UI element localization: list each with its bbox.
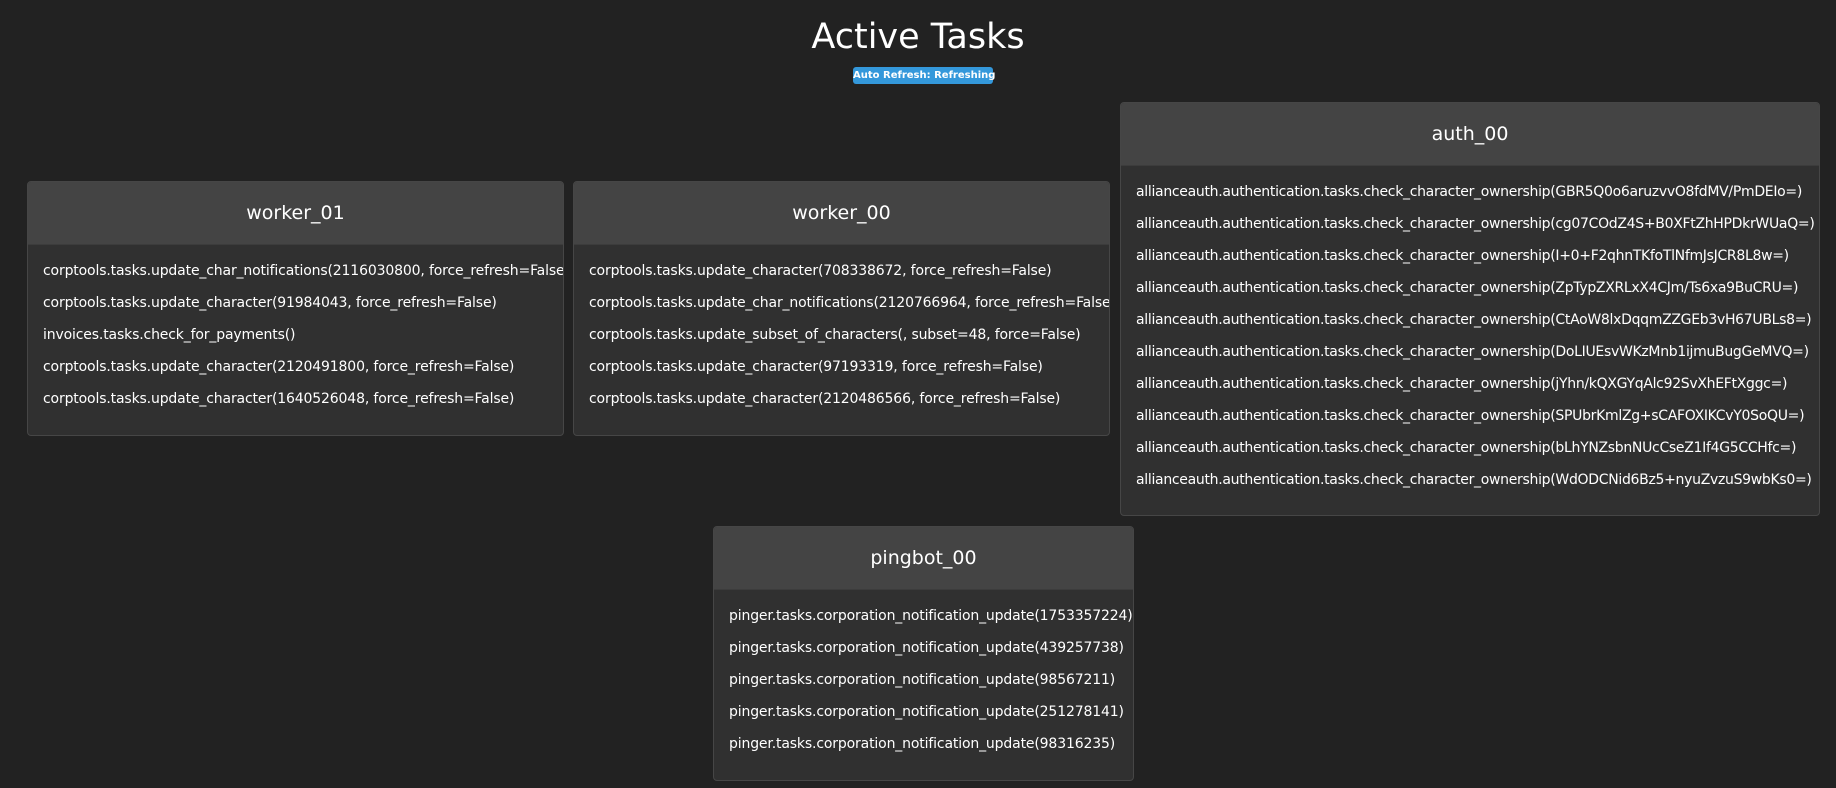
worker-card-title: worker_00 xyxy=(574,182,1109,245)
task-item: allianceauth.authentication.tasks.check_… xyxy=(1136,312,1812,328)
task-item: allianceauth.authentication.tasks.check_… xyxy=(1136,184,1803,200)
worker-card-pingbot-00: pingbot_00 pinger.tasks.corporation_noti… xyxy=(713,526,1134,781)
worker-card-worker-00: worker_00 corptools.tasks.update_charact… xyxy=(573,181,1110,436)
task-list: corptools.tasks.update_char_notification… xyxy=(28,245,563,429)
task-item: allianceauth.authentication.tasks.check_… xyxy=(1136,376,1788,392)
task-item: corptools.tasks.update_character(9198404… xyxy=(43,295,497,311)
task-item: pinger.tasks.corporation_notification_up… xyxy=(729,608,1133,624)
task-item: allianceauth.authentication.tasks.check_… xyxy=(1136,216,1815,232)
task-item: pinger.tasks.corporation_notification_up… xyxy=(729,640,1124,656)
task-item: allianceauth.authentication.tasks.check_… xyxy=(1136,248,1789,264)
task-item: pinger.tasks.corporation_notification_up… xyxy=(729,736,1116,752)
task-item: allianceauth.authentication.tasks.check_… xyxy=(1136,344,1809,360)
worker-card-title: auth_00 xyxy=(1121,103,1819,166)
active-tasks-page: Active Tasks Auto Refresh: Refreshing wo… xyxy=(0,0,1836,788)
task-item: corptools.tasks.update_character(7083386… xyxy=(589,263,1052,279)
task-item: corptools.tasks.update_subset_of_charact… xyxy=(589,327,1081,343)
task-item: allianceauth.authentication.tasks.check_… xyxy=(1136,408,1805,424)
worker-card-worker-01: worker_01 corptools.tasks.update_char_no… xyxy=(27,181,564,436)
page-title: Active Tasks xyxy=(811,17,1025,57)
task-item: pinger.tasks.corporation_notification_up… xyxy=(729,672,1116,688)
task-item: allianceauth.authentication.tasks.check_… xyxy=(1136,280,1799,296)
task-item: invoices.tasks.check_for_payments() xyxy=(43,327,296,343)
task-item: corptools.tasks.update_character(1640526… xyxy=(43,391,515,407)
task-item: corptools.tasks.update_char_notification… xyxy=(589,295,1110,311)
task-list: pinger.tasks.corporation_notification_up… xyxy=(714,590,1133,774)
task-item: allianceauth.authentication.tasks.check_… xyxy=(1136,440,1797,456)
task-item: corptools.tasks.update_character(2120491… xyxy=(43,359,515,375)
worker-card-title: worker_01 xyxy=(28,182,563,245)
worker-card-auth-00: auth_00 allianceauth.authentication.task… xyxy=(1120,102,1820,516)
worker-card-title: pingbot_00 xyxy=(714,527,1133,590)
task-item: allianceauth.authentication.tasks.check_… xyxy=(1136,472,1812,488)
task-item: pinger.tasks.corporation_notification_up… xyxy=(729,704,1124,720)
auto-refresh-badge[interactable]: Auto Refresh: Refreshing xyxy=(853,67,995,84)
task-item: corptools.tasks.update_character(9719331… xyxy=(589,359,1043,375)
task-list: corptools.tasks.update_character(7083386… xyxy=(574,245,1109,429)
task-item: corptools.tasks.update_character(2120486… xyxy=(589,391,1061,407)
task-list: allianceauth.authentication.tasks.check_… xyxy=(1121,166,1819,510)
task-item: corptools.tasks.update_char_notification… xyxy=(43,263,564,279)
